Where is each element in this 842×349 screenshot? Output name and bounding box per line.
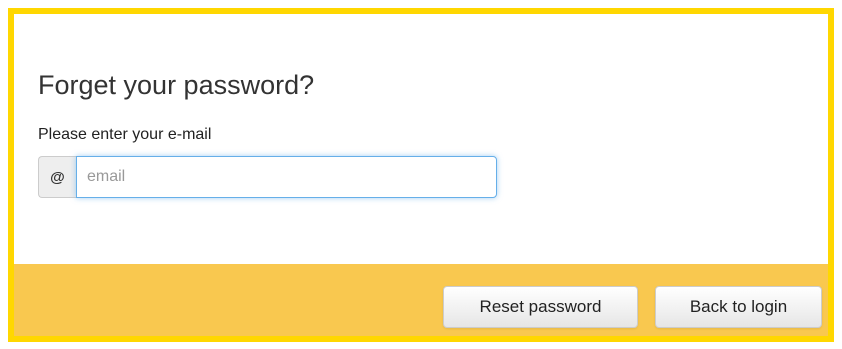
dialog-title: Forget your password? bbox=[38, 70, 315, 100]
at-sign-icon: @ bbox=[38, 156, 76, 198]
dialog-footer: Reset password Back to login bbox=[14, 264, 828, 336]
email-input[interactable] bbox=[76, 156, 497, 198]
email-label: Please enter your e-mail bbox=[38, 126, 212, 143]
dialog-body: Forget your password? Please enter your … bbox=[14, 14, 828, 264]
dialog-frame: Forget your password? Please enter your … bbox=[8, 8, 834, 342]
reset-password-button[interactable]: Reset password bbox=[443, 286, 638, 328]
email-input-group: @ bbox=[38, 156, 497, 198]
back-to-login-button[interactable]: Back to login bbox=[655, 286, 822, 328]
